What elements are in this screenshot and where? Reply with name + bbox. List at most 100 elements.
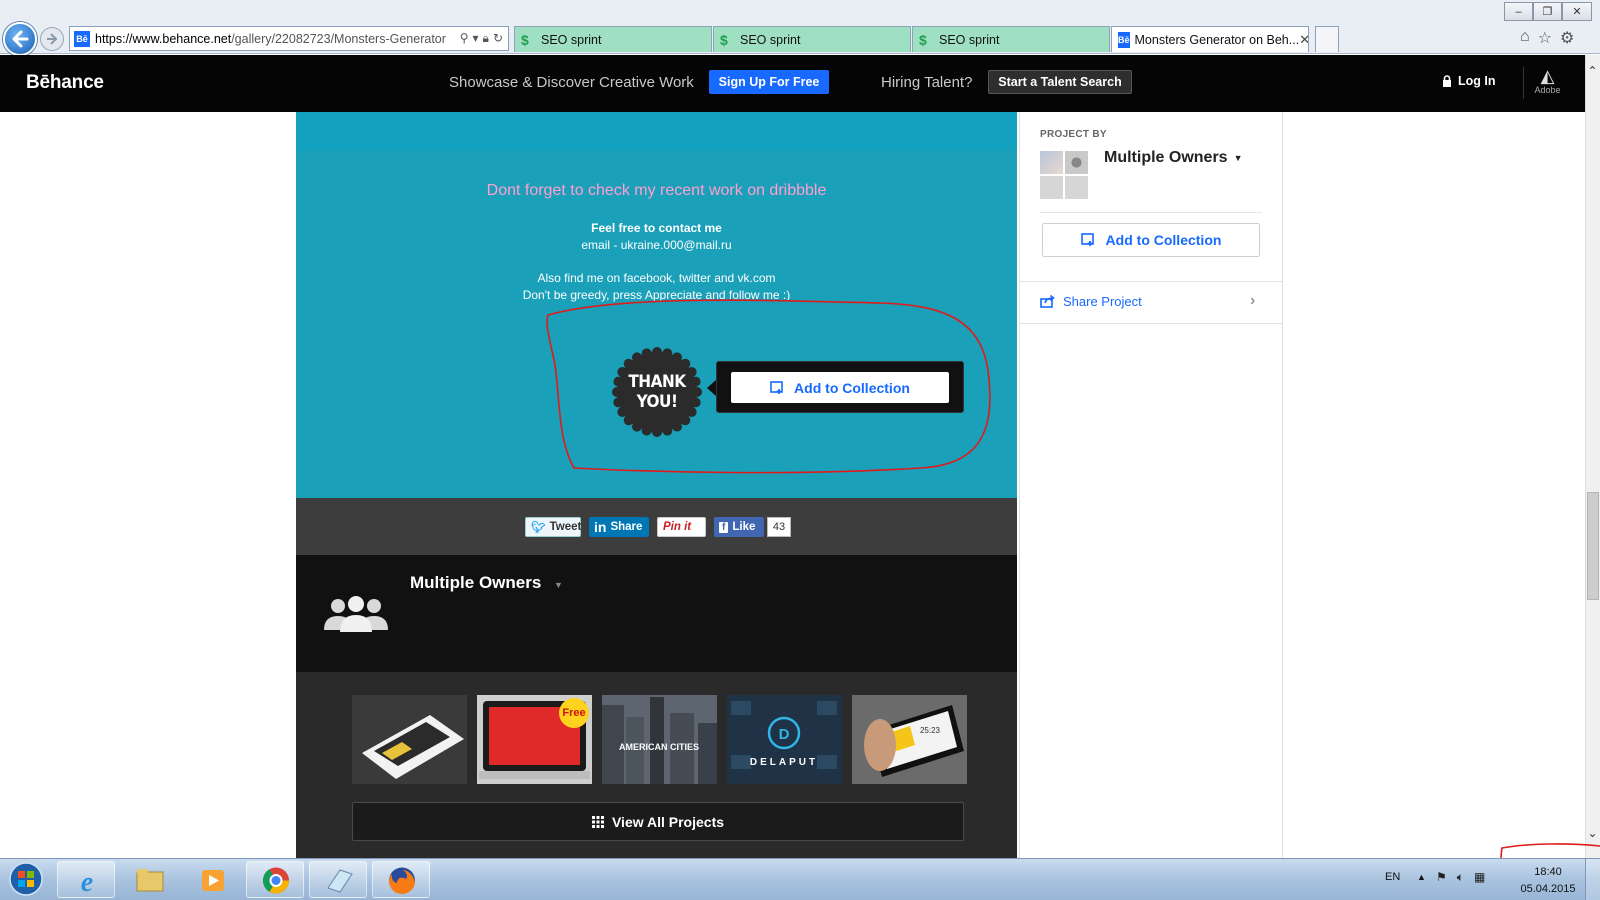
add-to-collection-label: Add to Collection: [1105, 232, 1222, 248]
dribbble-note[interactable]: Dont forget to check my recent work on d…: [296, 182, 1017, 200]
project-image-top: [296, 112, 1017, 150]
lock-icon[interactable]: 🔒︎: [483, 31, 489, 46]
adobe-link[interactable]: ◭ Adobe: [1523, 67, 1571, 99]
avatar[interactable]: [1040, 151, 1063, 174]
scroll-up-icon[interactable]: ⌃: [1585, 64, 1600, 79]
forward-button[interactable]: [40, 27, 64, 51]
tab-label: Monsters Generator on Beh...: [1134, 32, 1300, 47]
talent-search-button[interactable]: Start a Talent Search: [988, 70, 1132, 94]
badge-tooth: [662, 425, 673, 436]
sign-up-button[interactable]: Sign Up For Free: [709, 70, 829, 94]
hiring-talent-text: Hiring Talent?: [881, 74, 973, 91]
badge-tooth: [641, 348, 652, 359]
star-icon[interactable]: ☆: [1538, 28, 1552, 48]
clock-time[interactable]: 18:40: [1513, 866, 1583, 878]
clock-date[interactable]: 05.04.2015: [1513, 883, 1583, 895]
close-window-button[interactable]: ✕: [1562, 2, 1592, 21]
behance-logo[interactable]: Bēhance: [26, 72, 104, 94]
minimize-button[interactable]: –: [1504, 2, 1533, 21]
add-to-collection-label: Add to Collection: [794, 379, 910, 396]
view-all-projects-button[interactable]: View All Projects: [352, 802, 964, 841]
start-button[interactable]: [4, 861, 49, 898]
show-hidden-icons-icon[interactable]: ▲: [1417, 872, 1426, 882]
home-icon[interactable]: ⌂: [1520, 28, 1530, 48]
facebook-like-button[interactable]: f Like: [714, 517, 764, 537]
sidebar-owners-name[interactable]: Multiple Owners ▼: [1104, 149, 1243, 167]
tab-seo-sprint-2[interactable]: $ SEO sprint: [713, 26, 911, 52]
tab-label: SEO sprint: [541, 32, 602, 47]
dropdown-icon[interactable]: ▾: [473, 31, 479, 46]
chevron-down-icon[interactable]: ▼: [554, 580, 563, 590]
tab-label: SEO sprint: [939, 32, 1000, 47]
language-indicator[interactable]: EN: [1385, 871, 1400, 883]
adobe-icon: ◭: [1540, 66, 1555, 86]
taskbar-explorer[interactable]: [120, 861, 178, 898]
volume-icon[interactable]: 🔈︎: [1457, 870, 1464, 885]
chevron-right-icon[interactable]: ›: [1250, 292, 1255, 310]
badge-tooth: [623, 358, 634, 369]
network-icon[interactable]: ▦: [1474, 870, 1485, 885]
avatar[interactable]: [1040, 176, 1063, 199]
tab-label: SEO sprint: [740, 32, 801, 47]
new-tab-button[interactable]: [1315, 26, 1339, 52]
search-icon[interactable]: ⚲: [460, 31, 469, 46]
project-thumbnail-3[interactable]: AMERICAN CITIES: [602, 695, 717, 784]
divider: [1019, 281, 1283, 282]
badge-tooth: [672, 352, 682, 363]
url-text[interactable]: https://www.behance.net/gallery/22082723…: [95, 32, 460, 46]
add-to-collection-button[interactable]: Add to Collection: [731, 372, 949, 403]
log-in-link[interactable]: Log In: [1442, 74, 1496, 88]
facebook-like-count: 43: [767, 517, 791, 537]
taskbar-chrome[interactable]: [246, 861, 304, 898]
avatar[interactable]: [1065, 151, 1088, 174]
project-thumbnail-1[interactable]: [352, 695, 467, 784]
back-button[interactable]: [3, 22, 37, 56]
thumbnail-title-text: AMERICAN CITIES: [619, 742, 699, 752]
refresh-icon[interactable]: ↻: [493, 31, 503, 46]
linkedin-share-button[interactable]: in Share: [589, 517, 649, 537]
taskbar-firefox[interactable]: [372, 861, 430, 898]
scroll-down-icon[interactable]: ⌄: [1585, 826, 1600, 841]
owners-name[interactable]: Multiple Owners: [410, 573, 541, 593]
taskbar-internet-explorer[interactable]: e: [57, 861, 115, 898]
page-scrollbar[interactable]: [1585, 55, 1600, 858]
close-tab-icon[interactable]: ✕: [1299, 32, 1308, 48]
project-thumbnail-2[interactable]: Free: [477, 695, 592, 784]
behance-favicon: Bē: [74, 30, 90, 47]
seo-sprint-icon: $: [521, 31, 529, 48]
seo-sprint-icon: $: [919, 31, 927, 48]
tab-monsters-generator[interactable]: Bē Monsters Generator on Beh... ✕: [1111, 26, 1309, 52]
facebook-label: Like: [732, 521, 756, 533]
tab-seo-sprint-1[interactable]: $ SEO sprint: [514, 26, 712, 52]
project-thumbnail-5[interactable]: 25:23: [852, 695, 967, 784]
tab-seo-sprint-3[interactable]: $ SEO sprint: [912, 26, 1110, 52]
gear-icon[interactable]: ⚙: [1560, 28, 1574, 48]
sidebar-add-to-collection-button[interactable]: Add to Collection: [1042, 223, 1260, 257]
show-desktop-button[interactable]: [1585, 859, 1600, 900]
thank-you-line-2: YOU!: [636, 392, 678, 412]
contact-line-2: email - ukraine.000@mail.ru: [581, 238, 732, 252]
tweet-button[interactable]: 🐦︎ Tweet: [525, 517, 581, 537]
scrollbar-thumb[interactable]: [1587, 492, 1599, 600]
arrow-right-icon: [47, 33, 58, 45]
maximize-button[interactable]: ❐: [1533, 2, 1562, 21]
badge-tooth: [662, 348, 673, 359]
owner-avatars[interactable]: [1040, 151, 1088, 199]
media-player-icon: [202, 870, 224, 891]
address-bar[interactable]: Bē https://www.behance.net/gallery/22082…: [69, 26, 509, 51]
thumbnail-badge-text: Free: [562, 707, 585, 719]
project-thumbnail-4[interactable]: D DELAPUT: [727, 695, 842, 784]
share-project-link[interactable]: Share Project: [1040, 294, 1142, 309]
project-by-heading: PROJECT BY: [1040, 129, 1107, 140]
taskbar-media-player[interactable]: [183, 861, 241, 898]
share-icon: [1040, 295, 1055, 308]
log-in-label: Log In: [1458, 74, 1496, 88]
multiple-users-icon: [324, 596, 388, 632]
thumbnail-clock-text: 25:23: [920, 726, 941, 735]
taskbar-notepad[interactable]: [309, 861, 367, 898]
adobe-label: Adobe: [1534, 85, 1561, 95]
notepad-icon: [327, 869, 353, 893]
pin-it-button[interactable]: Pin it: [657, 517, 706, 537]
action-center-icon[interactable]: ⚑: [1436, 870, 1447, 885]
avatar[interactable]: [1065, 176, 1088, 199]
